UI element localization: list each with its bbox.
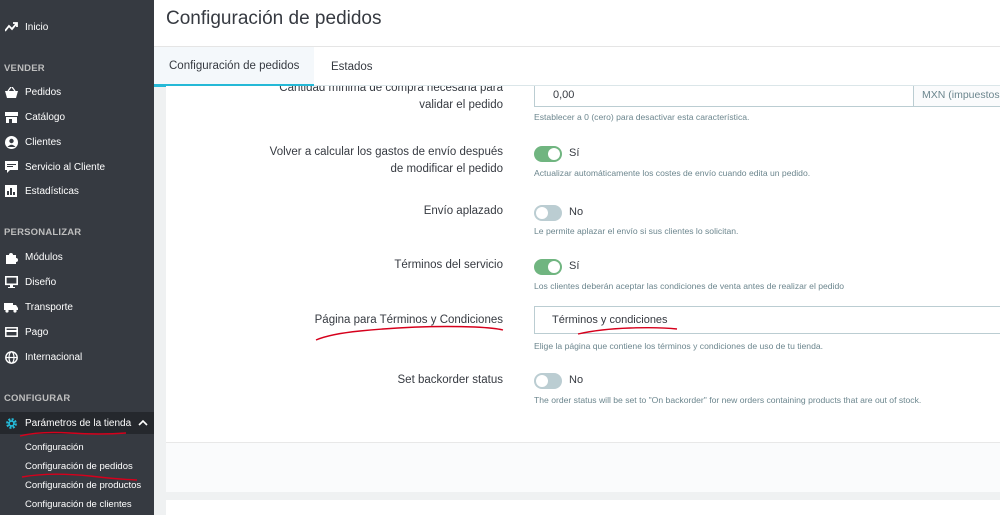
terms-toggle[interactable] (534, 259, 562, 275)
globe-icon (4, 350, 18, 364)
recalc-shipping-label-line2: de modificar el pedido (390, 163, 503, 175)
sidebar-item-label: Servicio al Cliente (25, 161, 106, 173)
sidebar-item-label: Módulos (25, 251, 63, 263)
sidebar-item-label: Pago (25, 326, 49, 338)
delayed-shipping-state: No (569, 206, 584, 218)
sidebar-item-clientes[interactable]: Clientes (0, 131, 154, 153)
sidebar-item-parametros[interactable]: Parámetros de la tienda (0, 412, 154, 434)
page-title: Configuración de pedidos (166, 8, 382, 29)
terms-help: Los clientes deberán aceptar las condici… (534, 281, 845, 291)
puzzle-icon (4, 250, 18, 264)
min-purchase-help: Establecer a 0 (cero) para desactivar es… (534, 112, 750, 122)
chevron-up-icon (138, 418, 148, 429)
sidebar-item-estadisticas[interactable]: Estadísticas (0, 180, 154, 202)
sidebar-item-label: Inicio (25, 21, 49, 33)
min-purchase-input[interactable]: 0,00 (534, 86, 914, 107)
page-header: Configuración de pedidos (154, 0, 1000, 46)
backorder-help: The order status will be set to "On back… (534, 395, 922, 405)
recalc-shipping-toggle[interactable] (534, 146, 562, 162)
section-configurar: CONFIGURAR (4, 393, 71, 404)
shopping-basket-icon (4, 85, 18, 99)
tab-bar: Configuración de pedidos Estados (154, 46, 1000, 87)
sidebar-item-label: Transporte (25, 301, 73, 313)
backorder-state: No (569, 374, 584, 386)
sidebar-item-label: Catálogo (25, 111, 66, 123)
form-panel: Cantidad mínima de compra necesaria para… (166, 86, 1000, 442)
recalc-shipping-help: Actualizar automáticamente los costes de… (534, 168, 811, 178)
next-panel (166, 500, 1000, 515)
sidebar-item-diseno[interactable]: Diseño (0, 271, 154, 293)
sidebar-item-transporte[interactable]: Transporte (0, 296, 154, 318)
account-circle-icon (4, 135, 18, 149)
terms-label: Términos del servicio (394, 259, 503, 271)
terms-state: Sí (569, 260, 580, 272)
sidebar-subitem-configuracion-pedidos[interactable]: Configuración de pedidos (25, 461, 133, 472)
chat-icon (4, 160, 18, 174)
delayed-shipping-help: Le permite aplazar el envío si sus clien… (534, 226, 739, 236)
terms-page-help: Elige la página que contiene los término… (534, 341, 824, 351)
credit-card-icon (4, 325, 18, 339)
sidebar-item-pago[interactable]: Pago (0, 321, 154, 343)
sidebar: Inicio VENDER Pedidos Catálogo Clientes … (0, 0, 154, 515)
section-personalizar: PERSONALIZAR (4, 227, 82, 238)
sidebar-subitem-configuracion-productos[interactable]: Configuración de productos (25, 480, 141, 491)
backorder-label: Set backorder status (397, 374, 503, 386)
sidebar-item-label: Parámetros de la tienda (25, 417, 132, 429)
sidebar-item-catalogo[interactable]: Catálogo (0, 106, 154, 128)
sidebar-item-label: Estadísticas (25, 185, 79, 197)
sidebar-subitem-configuracion-clientes[interactable]: Configuración de clientes (25, 499, 132, 510)
backorder-toggle[interactable] (534, 373, 562, 389)
bar-chart-icon (4, 184, 18, 198)
trending-up-icon (4, 20, 18, 34)
tab-configuracion-pedidos[interactable]: Configuración de pedidos (154, 47, 315, 87)
sidebar-item-pedidos[interactable]: Pedidos (0, 81, 154, 103)
sidebar-item-internacional[interactable]: Internacional (0, 346, 154, 368)
currency-addon: MXN (impuestos (913, 86, 1000, 107)
sidebar-item-servicio[interactable]: Servicio al Cliente (0, 156, 154, 178)
terms-page-label: Página para Términos y Condiciones (314, 314, 503, 326)
recalc-shipping-state: Sí (569, 147, 580, 159)
tab-estados[interactable]: Estados (316, 47, 388, 87)
sidebar-item-label: Diseño (25, 276, 57, 288)
sidebar-item-modulos[interactable]: Módulos (0, 246, 154, 268)
terms-page-select[interactable]: Términos y condiciones (534, 306, 1000, 334)
min-purchase-label: Cantidad mínima de compra necesaria para… (279, 86, 503, 114)
truck-icon (4, 300, 18, 314)
store-icon (4, 110, 18, 124)
recalc-shipping-label: Volver a calcular los gastos de envío de… (270, 144, 503, 178)
sidebar-item-label: Clientes (25, 136, 62, 148)
delayed-shipping-toggle[interactable] (534, 205, 562, 221)
gear-icon (4, 416, 18, 430)
sidebar-item-inicio[interactable]: Inicio (0, 16, 154, 38)
panel-footer (166, 442, 1000, 492)
sidebar-subitem-configuracion[interactable]: Configuración (25, 442, 84, 453)
min-purchase-label-line2: validar el pedido (419, 99, 503, 111)
min-purchase-label-line1: Cantidad mínima de compra necesaria para (279, 86, 503, 94)
section-vender: VENDER (4, 63, 45, 74)
desktop-icon (4, 275, 18, 289)
sidebar-item-label: Internacional (25, 351, 83, 363)
sidebar-item-label: Pedidos (25, 86, 62, 98)
recalc-shipping-label-line1: Volver a calcular los gastos de envío de… (269, 146, 503, 158)
delayed-shipping-label: Envío aplazado (423, 205, 503, 217)
